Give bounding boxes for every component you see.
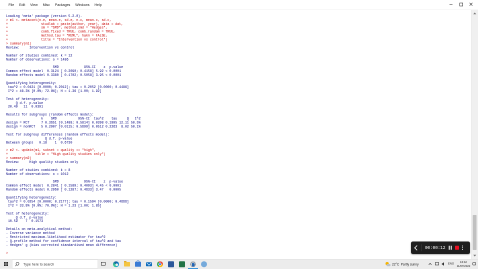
search-icon	[15, 262, 20, 266]
clock-date: 11/07/2022	[456, 264, 471, 268]
start-button[interactable]	[0, 259, 12, 269]
menu-edit[interactable]: Edit	[17, 2, 28, 9]
search-box[interactable]: Type here to search	[12, 259, 98, 269]
back-icon[interactable]	[414, 245, 420, 251]
console-text: Loading 'meta' package (version 5.2-0). >…	[0, 10, 471, 255]
menu-help[interactable]: Help	[92, 2, 104, 9]
store-icon[interactable]	[135, 260, 141, 267]
search-placeholder: Type here to search	[23, 262, 55, 266]
menu-file[interactable]: File	[6, 2, 17, 9]
excel-icon[interactable]	[179, 261, 185, 268]
windows-logo-icon	[4, 262, 8, 266]
stop-icon[interactable]	[454, 245, 459, 250]
minimize-button[interactable]	[446, 1, 456, 8]
menu-windows[interactable]: Windows	[73, 2, 92, 9]
weather-widget[interactable]: 22°C Partly sunny	[385, 259, 419, 269]
screen-recorder-widget: 00:00:12	[411, 241, 470, 254]
menu-bar: File Edit View Misc Packages Windows Hel…	[0, 0, 478, 10]
more-icon[interactable]	[461, 247, 463, 249]
language-indicator[interactable]: ENG	[448, 262, 454, 265]
desktop-viewport: File Edit View Misc Packages Windows Hel…	[0, 0, 478, 269]
menu-packages[interactable]: Packages	[52, 2, 72, 9]
weather-temperature: 22°C	[392, 262, 400, 267]
minimize-icon	[449, 4, 453, 5]
pause-icon[interactable]	[448, 245, 452, 250]
word-icon[interactable]	[168, 261, 174, 268]
window-controls	[446, 1, 476, 8]
scroll-up-arrow-icon[interactable]	[473, 12, 477, 15]
maximize-button[interactable]	[456, 1, 466, 8]
taskbar: Type here to search 22°C Partly sunny EN…	[0, 259, 478, 269]
menu-view[interactable]: View	[28, 2, 41, 9]
r-console[interactable]: Loading 'meta' package (version 5.2-0). >…	[0, 10, 471, 259]
r-icon[interactable]	[190, 261, 196, 268]
chevron-up-icon[interactable]	[428, 263, 432, 267]
console-input-line: >	[6, 250, 10, 255]
edge-icon[interactable]	[113, 261, 119, 268]
close-button[interactable]	[466, 1, 476, 8]
partly-sunny-icon	[385, 262, 391, 268]
desktop-screen: File Edit View Misc Packages Windows Hel…	[0, 0, 478, 269]
notification-icon[interactable]	[472, 262, 476, 266]
console-scrollbar[interactable]	[471, 10, 478, 259]
scrollbar-thumb[interactable]	[472, 215, 477, 250]
clock[interactable]: 16:42 11/07/2022	[456, 260, 472, 268]
volume-icon[interactable]	[441, 262, 444, 266]
menu-misc[interactable]: Misc	[40, 2, 52, 9]
close-icon	[469, 2, 473, 6]
chrome-icon[interactable]	[157, 261, 163, 268]
rstudio-icon[interactable]	[201, 261, 207, 268]
network-icon[interactable]	[435, 262, 439, 266]
scroll-down-arrow-icon[interactable]	[473, 254, 477, 257]
file-explorer-icon[interactable]	[124, 261, 130, 267]
main-menu: File Edit View Misc Packages Windows Hel…	[6, 2, 104, 9]
weather-condition: Partly sunny	[400, 262, 419, 267]
maximize-icon	[459, 2, 463, 7]
task-view-icon[interactable]	[101, 262, 106, 266]
mail-icon[interactable]	[146, 262, 152, 267]
recording-time: 00:00:12	[425, 245, 446, 251]
